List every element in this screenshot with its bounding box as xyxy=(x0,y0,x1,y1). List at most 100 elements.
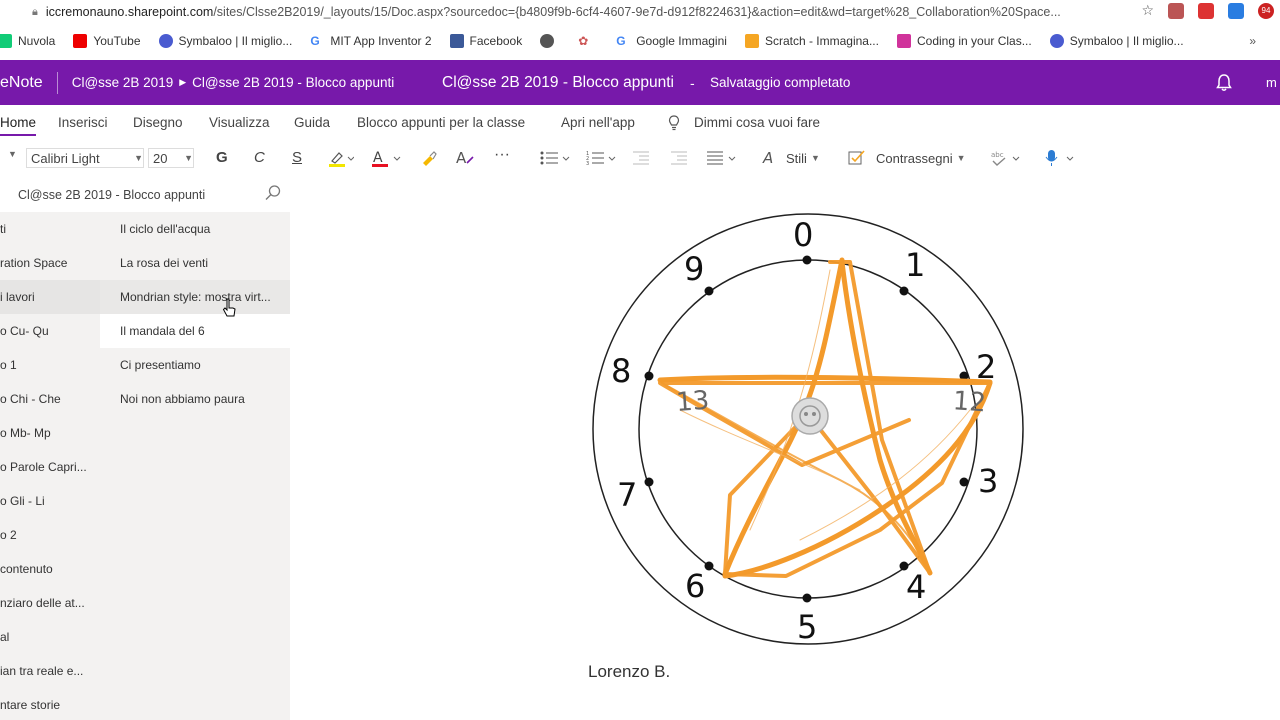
bookmark-label: Google Immagini xyxy=(636,34,727,48)
bookmark-flower[interactable]: ✿ xyxy=(578,34,598,48)
bookmark-coding[interactable]: Coding in your Clas... xyxy=(896,34,1032,48)
styles-button[interactable]: A Stili ▼ xyxy=(762,149,820,167)
italic-button[interactable]: C xyxy=(254,149,265,166)
increase-indent-icon[interactable] xyxy=(670,149,688,167)
search-icon[interactable] xyxy=(264,184,282,205)
lightbulb-icon[interactable] xyxy=(668,115,680,134)
page-item[interactable]: Il ciclo dell'acqua xyxy=(100,212,290,246)
number-6: 6 xyxy=(685,567,705,605)
section-item[interactable]: contenuto xyxy=(0,562,53,576)
dictate-microphone-icon[interactable] xyxy=(1044,149,1078,167)
tell-me-search[interactable]: Dimmi cosa vuoi fare xyxy=(694,115,820,130)
dot-0 xyxy=(802,255,812,265)
page-item[interactable]: Ci presentiamo xyxy=(100,348,290,382)
section-item[interactable]: o 1 xyxy=(0,358,17,372)
svg-text:abc: abc xyxy=(991,151,1004,159)
bullet-list-icon[interactable] xyxy=(540,149,574,167)
bookmark-label: Coding in your Clas... xyxy=(916,34,1032,48)
section-item[interactable]: o Gli - Li xyxy=(0,494,45,508)
bookmarks-more-icon[interactable]: » xyxy=(1249,34,1256,48)
svg-text:A: A xyxy=(456,149,467,167)
svg-text:A: A xyxy=(762,149,773,167)
bell-icon[interactable] xyxy=(1216,74,1232,97)
divider xyxy=(56,71,58,94)
highlight-icon[interactable] xyxy=(328,149,354,167)
extension-icon[interactable] xyxy=(1198,2,1214,19)
bookmark-mit-app-inventor[interactable]: G MIT App Inventor 2 xyxy=(310,34,431,48)
font-family-select[interactable]: Calibri Light ▼ xyxy=(26,148,144,168)
page-item[interactable]: Noi non abbiamo paura xyxy=(100,382,290,416)
address-bar[interactable]: 🔒︎ iccremonauno.sharepoint.com/sites/Cls… xyxy=(0,0,1280,24)
bookmark-nuvola[interactable]: Nuvola xyxy=(0,34,55,48)
user-initial[interactable]: m xyxy=(1266,75,1277,90)
section-item[interactable]: o Mb- Mp xyxy=(0,426,51,440)
clear-formatting-icon[interactable]: A xyxy=(456,149,476,167)
signature-text: Lorenzo B. xyxy=(588,662,671,681)
dot-8 xyxy=(644,371,654,381)
notebook-name[interactable]: Cl@sse 2B 2019 - Blocco appunti xyxy=(18,188,205,202)
section-item[interactable]: ian tra reale e... xyxy=(0,664,83,678)
decrease-indent-icon[interactable] xyxy=(632,149,650,167)
tab-home[interactable]: Home xyxy=(0,115,37,136)
section-item-selected[interactable]: i lavori xyxy=(0,280,100,314)
bookmark-globe[interactable] xyxy=(540,34,560,48)
section-item[interactable]: o Cu- Qu xyxy=(0,324,49,338)
tags-button[interactable]: Contrassegni ▼ xyxy=(848,149,966,167)
tab-blocco-appunti-classe[interactable]: Blocco appunti per la classe xyxy=(357,115,525,130)
open-in-app-link[interactable]: Apri nell'app xyxy=(561,115,635,130)
section-item[interactable]: ntare storie xyxy=(0,698,60,712)
bookmark-symbaloo[interactable]: Symbaloo | Il miglio... xyxy=(158,34,292,48)
bookmark-label: Scratch - Immagina... xyxy=(764,34,879,48)
section-item[interactable]: ration Space xyxy=(0,256,67,270)
section-item[interactable]: o 2 xyxy=(0,528,17,542)
align-icon[interactable] xyxy=(706,149,740,167)
extension-badge-icon[interactable]: 94 xyxy=(1258,2,1274,19)
svg-text:A: A xyxy=(373,150,383,166)
page-item[interactable]: La rosa dei venti xyxy=(100,246,290,280)
url-text[interactable]: iccremonauno.sharepoint.com/sites/Clsse2… xyxy=(46,5,1141,19)
more-options-icon[interactable]: ··· xyxy=(494,146,510,164)
bold-button[interactable]: G xyxy=(216,149,228,166)
bookmark-symbaloo-2[interactable]: Symbaloo | Il miglio... xyxy=(1049,34,1184,48)
save-status: Salvataggio completato xyxy=(710,75,851,90)
bookmark-youtube[interactable]: YouTube xyxy=(73,34,141,48)
font-color-icon[interactable]: A xyxy=(372,149,406,167)
symbaloo-icon xyxy=(158,34,173,48)
lock-icon[interactable]: 🔒︎ xyxy=(32,6,38,19)
tab-guida[interactable]: Guida xyxy=(294,115,330,130)
breadcrumb-notebook[interactable]: Cl@sse 2B 2019 xyxy=(72,75,174,90)
google-icon: G xyxy=(616,34,626,48)
mandala-drawing[interactable]: 0 1 2 3 4 5 6 7 8 9 12 13 xyxy=(580,200,1040,660)
section-item[interactable]: ti xyxy=(0,222,6,236)
chevron-down-icon: ▼ xyxy=(134,153,143,163)
tab-disegno[interactable]: Disegno xyxy=(133,115,183,130)
numbered-list-icon[interactable]: 123 xyxy=(586,149,620,167)
star-icon[interactable]: ☆ xyxy=(1141,2,1154,19)
page-item-hovered[interactable]: Mondrian style: mostra virt... xyxy=(100,280,290,314)
format-painter-icon[interactable] xyxy=(420,149,438,167)
underline-button[interactable]: S xyxy=(292,149,302,166)
tab-inserisci[interactable]: Inserisci xyxy=(58,115,108,130)
chevron-down-icon[interactable]: ▼ xyxy=(4,149,17,159)
extension-icon[interactable] xyxy=(1228,2,1244,19)
chevron-down-icon: ▼ xyxy=(184,153,193,163)
tab-visualizza[interactable]: Visualizza xyxy=(209,115,270,130)
font-size-select[interactable]: 20 ▼ xyxy=(148,148,194,168)
handwritten-marks: 12 13 xyxy=(675,386,987,419)
app-name[interactable]: eNote xyxy=(0,74,43,92)
bookmark-scratch[interactable]: Scratch - Immagina... xyxy=(744,34,879,48)
spelling-icon[interactable]: abc xyxy=(990,149,1024,167)
section-item[interactable]: o Chi - Che xyxy=(0,392,61,406)
bookmarks-bar: Nuvola YouTube Symbaloo | Il miglio... G… xyxy=(0,28,1280,54)
section-item[interactable]: al xyxy=(0,630,9,644)
bookmark-facebook[interactable]: Facebook xyxy=(449,34,522,48)
section-item[interactable]: nziaro delle at... xyxy=(0,596,85,610)
mark-12: 12 xyxy=(952,386,987,418)
page-item-selected[interactable]: Il mandala del 6 xyxy=(100,314,290,348)
section-item[interactable]: o Parole Capri... xyxy=(0,460,87,474)
bookmark-google-immagini[interactable]: G Google Immagini xyxy=(616,34,727,48)
breadcrumb-section[interactable]: Cl@sse 2B 2019 - Blocco appunti xyxy=(192,75,394,90)
dot-3 xyxy=(959,477,969,487)
notebook-header: Cl@sse 2B 2019 - Blocco appunti xyxy=(0,180,290,210)
extension-icon[interactable] xyxy=(1168,2,1184,19)
